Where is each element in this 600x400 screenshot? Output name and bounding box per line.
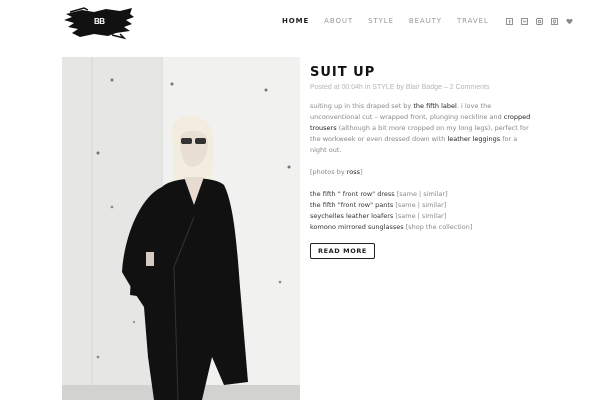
site-logo[interactable]: BB (64, 5, 134, 41)
post-comments-link[interactable]: 2 Comments (450, 84, 490, 91)
facebook-icon[interactable] (505, 17, 513, 25)
link-ross[interactable]: ross (347, 168, 360, 176)
instagram-icon[interactable] (535, 17, 543, 25)
nav-about[interactable]: ABOUT (324, 17, 353, 25)
meta-prefix: Posted at (310, 84, 342, 91)
meta-separator: – (441, 84, 450, 91)
nav-style[interactable]: STYLE (368, 17, 394, 25)
woman-in-black-coat-photo (62, 57, 300, 400)
blog-post: SUIT UP Posted at 00:04h in STYLE by Bla… (310, 65, 532, 259)
post-excerpt: suiting up in this draped set by the fif… (310, 101, 532, 156)
outfit-item-name[interactable]: seychelles leather loafers (310, 212, 393, 220)
post-title[interactable]: SUIT UP (310, 65, 532, 80)
outfit-item-links[interactable]: [same | similar] (395, 212, 446, 220)
read-more-button[interactable]: READ MORE (310, 243, 375, 259)
outfit-item-name[interactable]: the fifth "front row" pants (310, 201, 393, 209)
credits-suffix: ] (360, 168, 363, 176)
outfit-item: komono mirrored sunglasses [shop the col… (310, 222, 532, 233)
post-author-link[interactable]: Blair Badge (406, 84, 442, 91)
credits-prefix: [photos by (310, 168, 347, 176)
link-leather-leggings[interactable]: leather leggings (447, 135, 500, 143)
post-date: 00:04h (341, 84, 363, 91)
outfit-item: seychelles leather loafers [same | simil… (310, 211, 532, 222)
outfit-item-list: the fifth " front row" dress [same | sim… (310, 189, 532, 233)
logo-text: BB (94, 17, 105, 26)
outfit-item-links[interactable]: [same | similar] (397, 190, 448, 198)
excerpt-text-1: suiting up in this draped set by (310, 102, 414, 110)
social-links (505, 17, 581, 25)
twitter-icon[interactable] (520, 17, 528, 25)
link-the-fifth-label[interactable]: the fifth label (413, 102, 456, 110)
outfit-item: the fifth " front row" dress [same | sim… (310, 189, 532, 200)
pinterest-icon[interactable] (550, 17, 558, 25)
nav-travel[interactable]: TRAVEL (457, 17, 489, 25)
outfit-item-links[interactable]: [shop the collection] (406, 223, 473, 231)
post-meta: Posted at 00:04h in STYLE by Blair Badge… (310, 84, 532, 91)
outfit-item: the fifth "front row" pants [same | simi… (310, 200, 532, 211)
nav-home[interactable]: HOME (282, 17, 309, 25)
main-nav: HOME ABOUT STYLE BEAUTY TRAVEL (282, 15, 581, 27)
outfit-item-name[interactable]: the fifth " front row" dress (310, 190, 395, 198)
photo-credits: [photos by ross] (310, 167, 532, 178)
post-featured-image[interactable] (62, 57, 300, 400)
heart-icon[interactable] (566, 18, 573, 25)
outfit-item-name[interactable]: komono mirrored sunglasses (310, 223, 404, 231)
post-category-link[interactable]: STYLE (372, 84, 394, 91)
meta-in: in (362, 84, 373, 91)
nav-beauty[interactable]: BEAUTY (409, 17, 442, 25)
outfit-item-links[interactable]: [same | similar] (395, 201, 446, 209)
meta-by: by (394, 84, 406, 91)
